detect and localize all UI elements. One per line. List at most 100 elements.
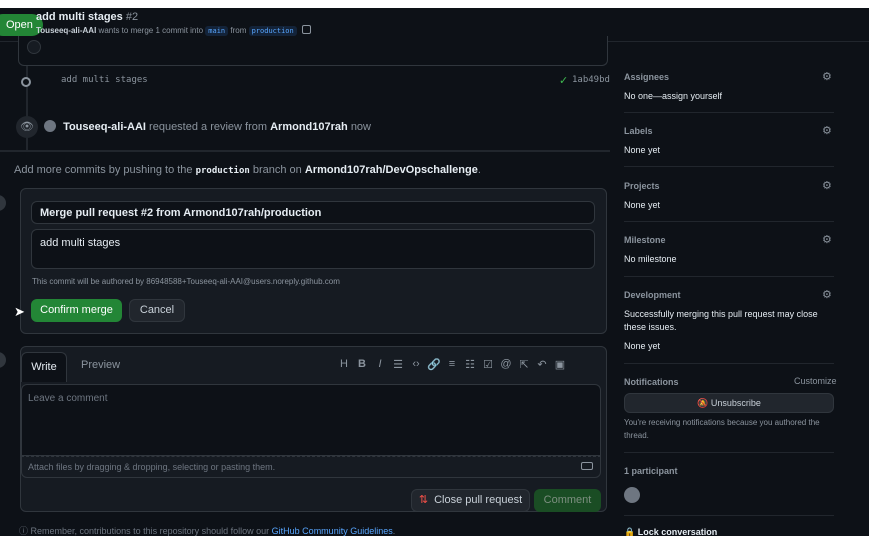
add-commits-branch: production [195, 166, 250, 176]
bullet-list-icon[interactable]: ≡ [443, 358, 461, 371]
info-icon: ⓘ [19, 526, 29, 536]
pr-subtitle: Touseeq-ali-AAI wants to merge 1 commit … [36, 25, 311, 36]
gear-icon[interactable]: ⚙ [822, 124, 832, 137]
footer-suffix: . [392, 526, 396, 536]
close-pr-icon: ⇅ [418, 494, 429, 506]
comment-button[interactable]: Comment [534, 489, 601, 512]
guidelines-link[interactable]: GitHub Community Guidelines [272, 526, 393, 536]
attach-text[interactable]: Attach files by dragging & dropping, sel… [28, 462, 275, 472]
notifications-text: You're receiving notifications because y… [624, 418, 820, 440]
add-commits-suffix: . [477, 164, 481, 176]
quote-icon[interactable]: ☰ [389, 358, 407, 371]
divider [0, 150, 610, 152]
markdown-icon[interactable] [581, 462, 593, 470]
development-text: Successfully merging this pull request m… [624, 309, 818, 332]
reply-icon[interactable]: ↶ [533, 358, 551, 371]
projects-label[interactable]: Projects [624, 181, 660, 191]
milestone-label[interactable]: Milestone [624, 235, 666, 245]
lock-label: Lock conversation [637, 527, 718, 536]
milestone-value: No milestone [624, 254, 677, 264]
footer-prefix: Remember, contributions to this reposito… [30, 526, 270, 536]
tab-write[interactable]: Write [21, 352, 67, 382]
avatar[interactable] [0, 195, 6, 211]
heading-icon[interactable]: H [335, 358, 353, 371]
commit-icon [21, 77, 31, 87]
head-branch[interactable]: production [248, 26, 297, 36]
bold-icon[interactable]: B [353, 358, 371, 371]
base-branch[interactable]: main [205, 26, 229, 36]
add-commits-prefix: Add more commits by pushing to the [14, 164, 193, 176]
labels-label[interactable]: Labels [624, 126, 653, 136]
divider [624, 112, 834, 113]
review-text: requested a review from [149, 121, 268, 133]
divider [624, 363, 834, 364]
projects-value: None yet [624, 200, 661, 210]
unsubscribe-button[interactable]: 🔕 Unsubscribe [624, 393, 834, 413]
code-icon[interactable]: ‹› [407, 358, 425, 371]
confirm-merge-button[interactable]: Confirm merge [31, 299, 122, 322]
markdown-toolbar: H B I ☰ ‹› 🔗 ≡ ☷ ☑ @ ⇱ ↶ ▣ [335, 358, 569, 371]
top-edge [0, 0, 869, 8]
copy-icon[interactable] [301, 25, 311, 34]
close-pr-label: Close pull request [434, 494, 523, 506]
gear-icon[interactable]: ⚙ [822, 233, 832, 246]
divider [624, 276, 834, 277]
comment-textarea[interactable]: Leave a comment [21, 384, 601, 456]
avatar[interactable] [0, 352, 6, 368]
lock-conversation-link[interactable]: 🔒 Lock conversation [624, 527, 717, 536]
commit-sha[interactable]: 1ab49bd [572, 75, 610, 85]
pr-author-link[interactable]: Touseeq-ali-AAI [36, 26, 96, 35]
divider [624, 166, 834, 167]
gear-icon[interactable]: ⚙ [822, 70, 832, 83]
mention-icon[interactable]: @ [497, 358, 515, 371]
commit-message[interactable]: add multi stages [61, 75, 148, 85]
review-target[interactable]: Armond107rah [270, 121, 348, 133]
link-icon[interactable]: 🔗 [425, 358, 443, 371]
assignees-value[interactable]: No one—assign yourself [624, 91, 722, 101]
previous-comment-box [18, 36, 608, 66]
tab-preview[interactable]: Preview [81, 359, 120, 371]
check-icon[interactable]: ✓ [559, 74, 568, 87]
page-title: add multi stages #2 [36, 11, 138, 23]
footer-note: ⓘ Remember, contributions to this reposi… [19, 524, 395, 536]
divider [624, 515, 834, 516]
pr-title-text: add multi stages [36, 11, 123, 23]
labels-value: None yet [624, 145, 661, 155]
notifications-label: Notifications [624, 377, 679, 387]
avatar[interactable] [44, 120, 56, 132]
add-commits-middle: branch on [252, 164, 302, 176]
lock-icon: 🔒 [624, 527, 636, 536]
review-event: Touseeq-ali-AAI requested a review from … [44, 120, 371, 133]
assignees-label[interactable]: Assignees [624, 72, 669, 82]
gear-icon[interactable]: ⚙ [822, 288, 832, 301]
numbered-list-icon[interactable]: ☷ [461, 358, 479, 371]
task-list-icon[interactable]: ☑ [479, 358, 497, 371]
merge-title-input[interactable]: Merge pull request #2 from Armond107rah/… [31, 201, 595, 224]
cursor-icon: ➤ [14, 304, 25, 319]
review-time[interactable]: now [351, 121, 371, 133]
customize-link[interactable]: Customize [794, 376, 837, 386]
gear-icon[interactable]: ⚙ [822, 179, 832, 192]
merge-body-input[interactable]: add multi stages [31, 229, 595, 269]
add-commits-note: Add more commits by pushing to the produ… [14, 164, 481, 176]
from-text: from [230, 26, 247, 35]
eye-icon: 👁 [16, 116, 38, 138]
close-pull-request-button[interactable]: ⇅ Close pull request [411, 489, 530, 512]
divider [624, 221, 834, 222]
review-actor[interactable]: Touseeq-ali-AAI [63, 121, 146, 133]
development-label[interactable]: Development [624, 290, 681, 300]
saved-reply-icon[interactable]: ▣ [551, 358, 569, 371]
bell-slash-icon: 🔕 [697, 398, 709, 408]
unsubscribe-label: Unsubscribe [710, 398, 761, 408]
reference-icon[interactable]: ⇱ [515, 358, 533, 371]
reaction-icon[interactable] [27, 40, 41, 54]
participants-label: 1 participant [624, 466, 678, 476]
cancel-button[interactable]: Cancel [129, 299, 185, 322]
development-value: None yet [624, 341, 661, 351]
pr-number: #2 [125, 11, 139, 23]
merge-text: wants to merge 1 commit into [98, 26, 204, 35]
avatar[interactable] [624, 487, 640, 503]
divider [624, 452, 834, 453]
italic-icon[interactable]: I [371, 358, 389, 371]
repo-link[interactable]: Armond107rah/DevOpschallenge [305, 164, 478, 176]
